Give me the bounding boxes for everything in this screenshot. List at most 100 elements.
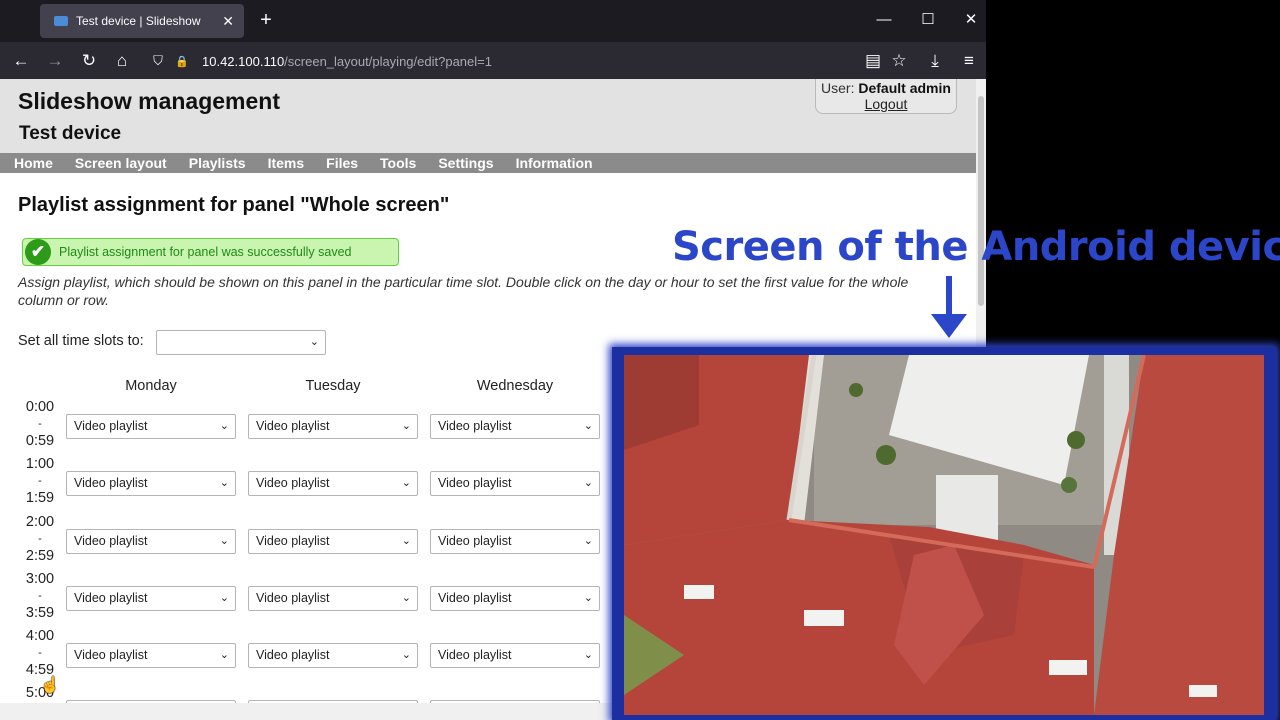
- mouse-cursor-icon: ☝: [40, 677, 60, 694]
- shield-icon[interactable]: ⛉: [146, 53, 170, 69]
- minimize-button[interactable]: —: [869, 8, 899, 32]
- time-slot-select[interactable]: Video playlist ⌄: [430, 643, 600, 668]
- time-slot-select[interactable]: Video playlist ⌄: [430, 586, 600, 611]
- menu-item-screen-layout[interactable]: Screen layout: [75, 153, 167, 173]
- time-slot-value: Video playlist: [256, 419, 330, 433]
- hour-label[interactable]: 2:00 - 2:59: [24, 514, 56, 565]
- user-box: User: Default admin Logout: [815, 79, 957, 114]
- time-slot-value: Video playlist: [74, 534, 148, 548]
- time-slot-select[interactable]: Video playlist ⌄: [248, 529, 418, 554]
- time-slot-value: Video playlist: [256, 534, 330, 548]
- hour-end: 0:59: [25, 433, 55, 449]
- chevron-down-icon: ⌄: [583, 535, 593, 547]
- chevron-down-icon: ⌄: [401, 477, 411, 489]
- hour-end: 3:59: [25, 605, 55, 621]
- reader-view-icon[interactable]: ▤: [860, 48, 886, 74]
- rooftop-video-frame: [624, 355, 1264, 715]
- tab-close-icon[interactable]: ✕: [222, 13, 234, 30]
- hour-label[interactable]: 1:00 - 1:59: [24, 456, 56, 507]
- home-button[interactable]: ⌂: [109, 48, 135, 74]
- chevron-down-icon: ⌄: [401, 420, 411, 432]
- hour-start: 2:00: [25, 514, 55, 530]
- time-slot-select[interactable]: Video playlist ⌄: [248, 643, 418, 668]
- hour-start: 3:00: [25, 571, 55, 587]
- time-slot-select[interactable]: Video playlist ⌄: [66, 586, 236, 611]
- overlay-caption: Screen of the Android device: [672, 224, 1280, 270]
- time-slot-select[interactable]: Video playlist ⌄: [66, 471, 236, 496]
- checkmark-icon: ✔: [25, 239, 51, 265]
- favicon-icon: [54, 16, 68, 26]
- hour-start: 0:00: [25, 399, 55, 415]
- maximize-button[interactable]: ☐: [913, 8, 943, 32]
- menu-item-playlists[interactable]: Playlists: [189, 153, 246, 173]
- menu-item-settings[interactable]: Settings: [438, 153, 493, 173]
- day-wednesday[interactable]: Wednesday: [430, 378, 600, 394]
- time-slot-select[interactable]: Video playlist ⌄: [66, 529, 236, 554]
- time-slot-select[interactable]: Video playlist ⌄: [248, 414, 418, 439]
- chevron-down-icon: ⌄: [401, 535, 411, 547]
- url-host: 10.42.100.110: [202, 53, 285, 69]
- hour-separator: -: [38, 533, 42, 545]
- arrow-down-icon: [931, 276, 967, 338]
- instruction-text: Assign playlist, which should be shown o…: [18, 274, 909, 308]
- page-header: Slideshow management Test device User: D…: [0, 79, 976, 153]
- menu-item-home[interactable]: Home: [14, 153, 53, 173]
- hour-label[interactable]: 4:00-4:59: [24, 628, 56, 679]
- logout-link[interactable]: Logout: [865, 96, 908, 112]
- menu-item-items[interactable]: Items: [268, 153, 305, 173]
- chevron-down-icon: ⌄: [219, 649, 229, 661]
- time-slot-select[interactable]: Video playlist ⌄: [66, 414, 236, 439]
- bookmark-star-icon[interactable]: ☆: [886, 48, 912, 74]
- day-tuesday[interactable]: Tuesday: [248, 378, 418, 394]
- user-name: Default admin: [858, 80, 951, 96]
- time-slot-select[interactable]: Video playlist ⌄: [430, 529, 600, 554]
- hour-separator: -: [38, 418, 42, 430]
- scrollbar-thumb[interactable]: [978, 96, 984, 306]
- chevron-down-icon: ⌄: [583, 477, 593, 489]
- time-slot-value: Video playlist: [74, 591, 148, 605]
- hour-separator: -: [38, 647, 42, 659]
- reload-button[interactable]: ↻: [76, 48, 102, 74]
- time-slot-select[interactable]: Video playlist ⌄: [430, 414, 600, 439]
- menu-item-files[interactable]: Files: [326, 153, 358, 173]
- tab-title: Test device | Slideshow: [76, 14, 201, 28]
- hour-label[interactable]: 3:00 - 3:59: [24, 571, 56, 622]
- hour-start: 1:00: [25, 456, 55, 472]
- downloads-icon[interactable]: ⤓: [922, 48, 948, 74]
- forward-button[interactable]: →: [42, 48, 68, 74]
- chevron-down-icon: ⌄: [401, 592, 411, 604]
- time-slot-select[interactable]: Video playlist ⌄: [430, 471, 600, 496]
- time-slot-value: Video playlist: [74, 419, 148, 433]
- set-all-label: Set all time slots to:: [18, 333, 144, 349]
- time-slot-value: Video playlist: [438, 648, 512, 662]
- set-all-select[interactable]: ⌄: [156, 330, 326, 355]
- device-title: Test device: [19, 123, 122, 144]
- hour-end: 2:59: [25, 548, 55, 564]
- user-label: User:: [821, 80, 855, 96]
- back-button[interactable]: ←: [8, 48, 34, 74]
- time-slot-select[interactable]: Video playlist ⌄: [248, 471, 418, 496]
- url-path: /screen_layout/playing/edit?panel=1: [284, 53, 492, 69]
- chevron-down-icon: ⌄: [219, 477, 229, 489]
- time-slot-value: Video playlist: [438, 419, 512, 433]
- browser-tab[interactable]: Test device | Slideshow ✕: [40, 4, 244, 38]
- page-heading: Playlist assignment for panel "Whole scr…: [18, 194, 450, 216]
- chevron-down-icon: ⌄: [583, 592, 593, 604]
- lock-icon[interactable]: 🔒: [170, 55, 194, 68]
- day-monday[interactable]: Monday: [66, 378, 236, 394]
- time-slot-value: Video playlist: [256, 476, 330, 490]
- menu-item-tools[interactable]: Tools: [380, 153, 416, 173]
- hour-separator: -: [38, 475, 42, 487]
- new-tab-button[interactable]: +: [255, 8, 277, 32]
- time-slot-value: Video playlist: [438, 476, 512, 490]
- close-window-button[interactable]: ✕: [956, 8, 986, 32]
- hour-label[interactable]: 0:00 - 0:59: [24, 399, 56, 450]
- time-slot-select[interactable]: Video playlist ⌄: [66, 643, 236, 668]
- address-bar[interactable]: ⛉ 🔒 10.42.100.110/screen_layout/playing/…: [146, 46, 856, 76]
- app-menu-icon[interactable]: ≡: [956, 48, 982, 74]
- chevron-down-icon: ⌄: [219, 420, 229, 432]
- menu-item-information[interactable]: Information: [516, 153, 593, 173]
- app-title: Slideshow management: [18, 88, 281, 114]
- hour-start: 4:00: [25, 628, 55, 644]
- time-slot-select[interactable]: Video playlist ⌄: [248, 586, 418, 611]
